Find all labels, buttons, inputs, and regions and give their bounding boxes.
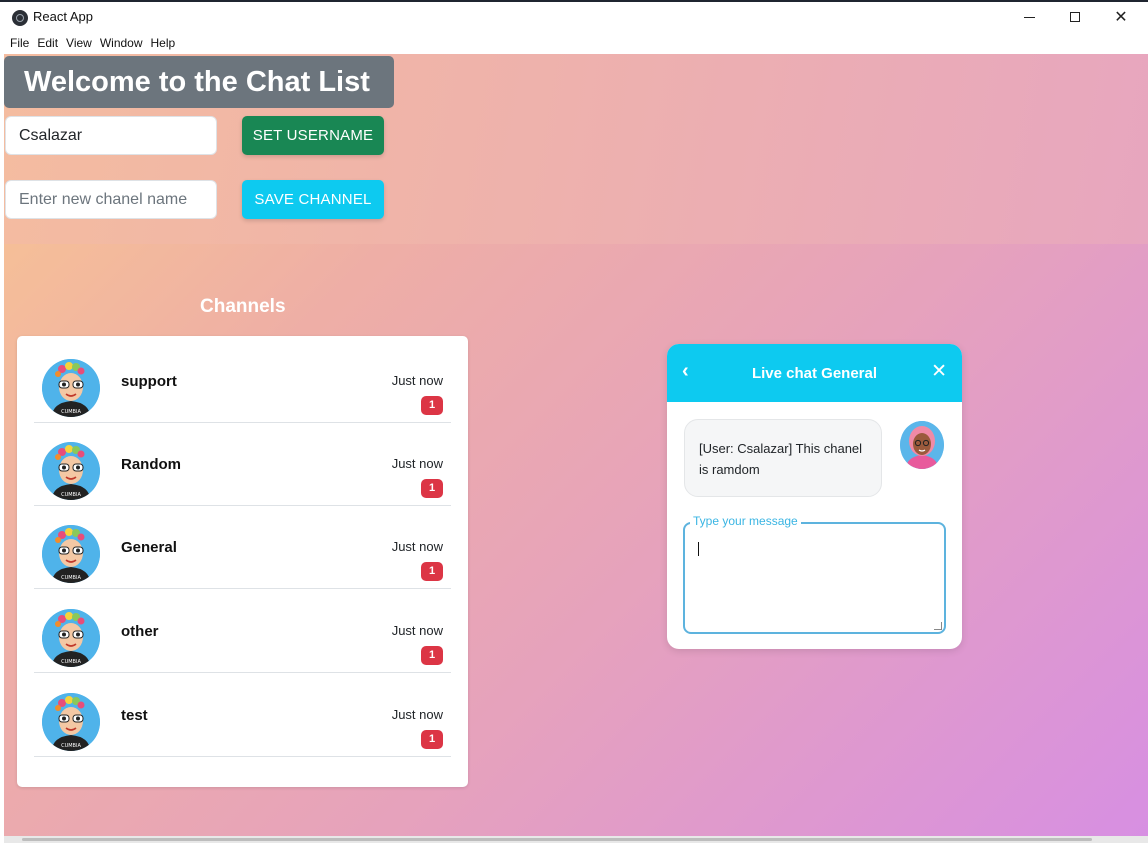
- channel-item-random[interactable]: CUMBIA Random Just now 1: [34, 422, 451, 506]
- channel-item-other[interactable]: CUMBIA other Just now 1: [34, 589, 451, 673]
- message-textarea[interactable]: [683, 522, 946, 634]
- menu-edit[interactable]: Edit: [37, 32, 58, 54]
- page-title: Welcome to the Chat List: [4, 56, 394, 108]
- message-input-label: Type your message: [690, 514, 801, 528]
- chat-title: Live chat General: [751, 365, 878, 382]
- app-icon: [12, 10, 28, 26]
- channel-item-test[interactable]: CUMBIA test Just now 1: [34, 673, 451, 757]
- menu-view[interactable]: View: [66, 32, 92, 54]
- avatar: CUMBIA: [42, 693, 100, 751]
- channel-time: Just now: [391, 539, 443, 554]
- maximize-icon: [1070, 12, 1080, 22]
- channel-list: CUMBIA support Just now 1 CUMBIA Random …: [17, 336, 468, 787]
- channel-time: Just now: [391, 707, 443, 722]
- set-username-button[interactable]: SET USERNAME: [242, 116, 384, 155]
- text-caret: [698, 542, 699, 556]
- unread-badge: 1: [421, 479, 443, 498]
- unread-badge: 1: [421, 396, 443, 415]
- menu-file[interactable]: File: [10, 32, 29, 54]
- top-form-panel: Welcome to the Chat List SET USERNAME SA…: [4, 54, 1148, 244]
- unread-badge: 1: [421, 646, 443, 665]
- channel-name: Random: [121, 456, 181, 473]
- window-titlebar: React App ✕: [0, 2, 1148, 32]
- username-input[interactable]: [5, 116, 217, 155]
- horizontal-scrollbar[interactable]: [4, 836, 1148, 843]
- menu-window[interactable]: Window: [100, 32, 143, 54]
- menu-bar: File Edit View Window Help: [0, 32, 1148, 54]
- close-icon: ✕: [1114, 9, 1128, 26]
- app-content: Welcome to the Chat List SET USERNAME SA…: [4, 54, 1148, 836]
- channel-name-input[interactable]: [5, 180, 217, 219]
- avatar: CUMBIA: [42, 525, 100, 583]
- svg-text:CUMBIA: CUMBIA: [61, 659, 81, 665]
- scrollbar-thumb[interactable]: [22, 838, 1092, 841]
- channel-time: Just now: [391, 373, 443, 388]
- live-chat-widget: ‹ Live chat General ✕ [User: Csalazar] T…: [667, 344, 962, 649]
- svg-text:CUMBIA: CUMBIA: [61, 575, 81, 581]
- avatar: CUMBIA: [42, 359, 100, 417]
- unread-badge: 1: [421, 730, 443, 749]
- channel-name: test: [121, 707, 148, 724]
- resize-handle-icon[interactable]: [934, 622, 942, 630]
- avatar: CUMBIA: [42, 442, 100, 500]
- close-chat-icon[interactable]: ✕: [931, 360, 947, 383]
- avatar: CUMBIA: [42, 609, 100, 667]
- menu-help[interactable]: Help: [151, 32, 176, 54]
- chat-user-avatar: [900, 421, 944, 469]
- chat-message: [User: Csalazar] This chanel is ramdom: [684, 419, 882, 497]
- message-field[interactable]: Type your message: [683, 514, 946, 634]
- channel-item-support[interactable]: CUMBIA support Just now 1: [34, 339, 451, 423]
- minimize-button[interactable]: [1006, 2, 1052, 32]
- maximize-button[interactable]: [1052, 2, 1098, 32]
- window-title: React App: [33, 9, 93, 24]
- svg-text:CUMBIA: CUMBIA: [61, 743, 81, 749]
- channels-heading: Channels: [200, 296, 286, 317]
- channel-name: General: [121, 539, 177, 556]
- channel-time: Just now: [391, 623, 443, 638]
- channel-item-general[interactable]: CUMBIA General Just now 1: [34, 505, 451, 589]
- chat-header: ‹ Live chat General ✕: [667, 344, 962, 402]
- minimize-icon: [1023, 16, 1035, 18]
- svg-text:CUMBIA: CUMBIA: [61, 492, 81, 498]
- save-channel-button[interactable]: SAVE CHANNEL: [242, 180, 384, 219]
- unread-badge: 1: [421, 562, 443, 581]
- close-window-button[interactable]: ✕: [1098, 2, 1144, 32]
- channel-name: support: [121, 373, 177, 390]
- channel-time: Just now: [391, 456, 443, 471]
- svg-text:CUMBIA: CUMBIA: [61, 409, 81, 415]
- channel-name: other: [121, 623, 159, 640]
